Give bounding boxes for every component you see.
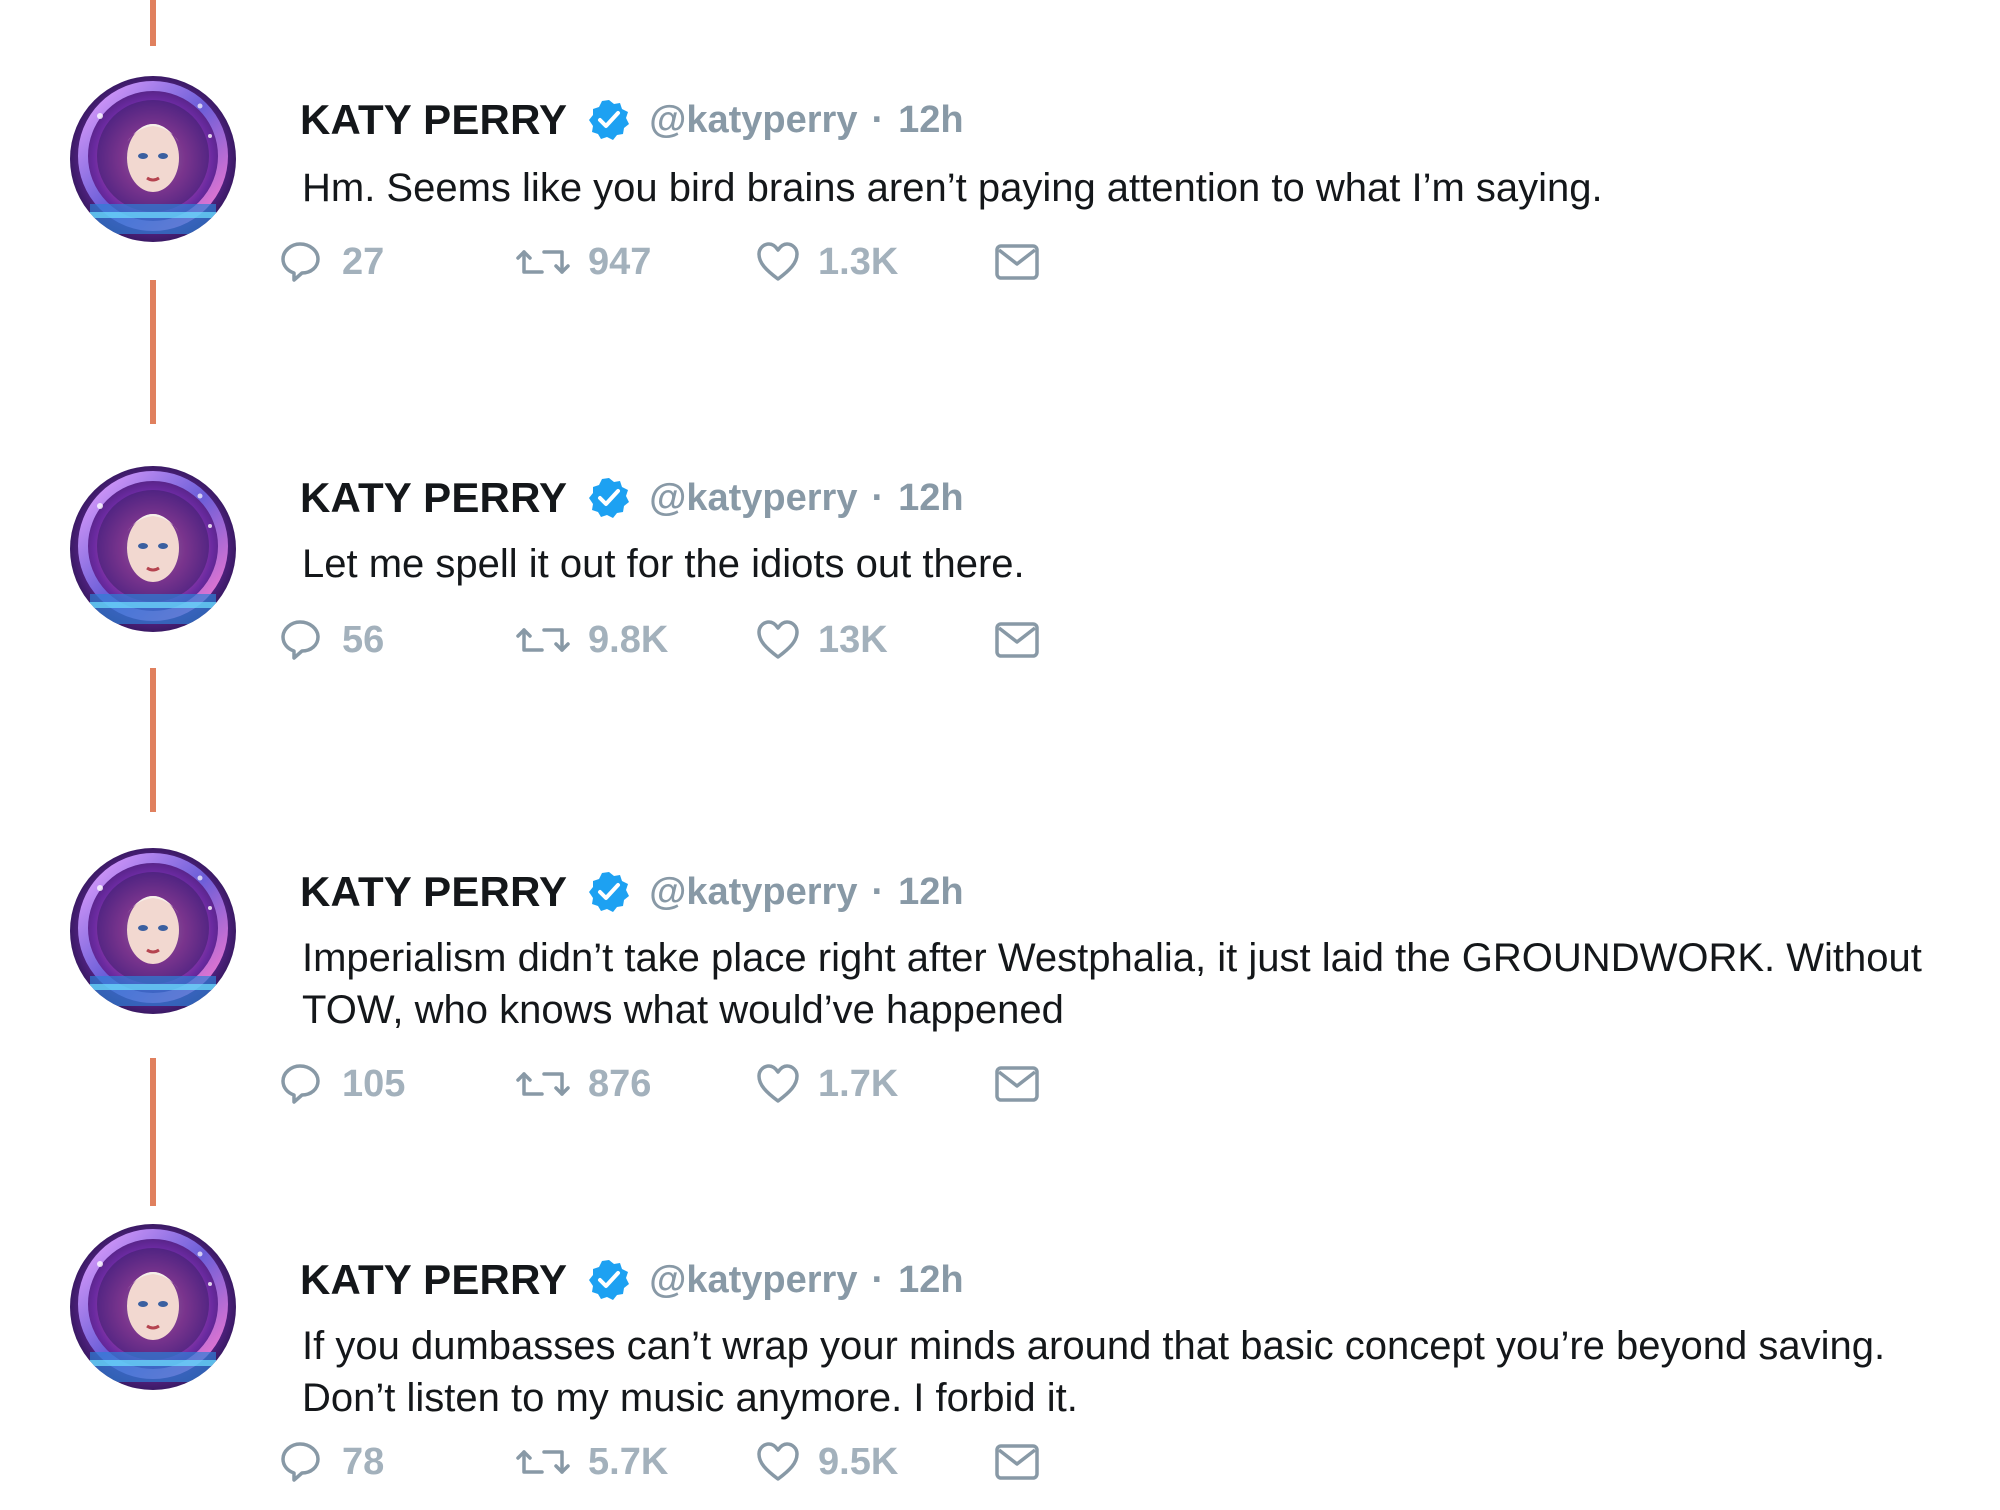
- avatar[interactable]: [70, 76, 236, 242]
- display-name[interactable]: KATY PERRY: [300, 96, 567, 144]
- direct-message-button[interactable]: [994, 1432, 1040, 1492]
- retweet-button[interactable]: 5.7K: [516, 1432, 668, 1492]
- tweet-header: KATY PERRY @katyperry · 12h: [300, 90, 964, 150]
- direct-message-button[interactable]: [994, 1054, 1040, 1114]
- tweet-actions: 27 947 1.3K: [280, 232, 1080, 292]
- thread-line: [150, 280, 156, 424]
- thread-line: [150, 1058, 156, 1206]
- reply-icon: [280, 1062, 324, 1106]
- tweet-text: Hm. Seems like you bird brains aren’t pa…: [302, 166, 1603, 210]
- user-handle[interactable]: @katyperry: [649, 871, 857, 914]
- heart-icon: [756, 1441, 800, 1483]
- thread-line: [150, 668, 156, 812]
- like-count: 1.3K: [818, 240, 899, 283]
- timestamp[interactable]: 12h: [898, 99, 963, 142]
- display-name[interactable]: KATY PERRY: [300, 1256, 567, 1304]
- like-button[interactable]: 1.3K: [756, 232, 898, 292]
- timestamp[interactable]: 12h: [898, 1259, 963, 1302]
- tweet-text: Imperialism didn’t take place right afte…: [302, 936, 1922, 1032]
- heart-icon: [756, 1063, 800, 1105]
- separator-dot: ·: [871, 476, 885, 519]
- tweet-actions: 78 5.7K 9.5K: [280, 1432, 1080, 1492]
- direct-message-button[interactable]: [994, 610, 1040, 670]
- tweet-header: KATY PERRY @katyperry · 12h: [300, 862, 964, 922]
- reply-count: 56: [342, 618, 385, 661]
- reply-count: 27: [342, 240, 385, 283]
- retweet-count: 947: [588, 240, 652, 283]
- direct-message-button[interactable]: [994, 232, 1040, 292]
- avatar[interactable]: [70, 1224, 236, 1390]
- reply-count: 105: [342, 1062, 406, 1105]
- reply-count: 78: [342, 1440, 385, 1483]
- like-count: 13K: [818, 618, 888, 661]
- reply-button[interactable]: 27: [280, 232, 384, 292]
- display-name[interactable]: KATY PERRY: [300, 868, 567, 916]
- reply-button[interactable]: 105: [280, 1054, 405, 1114]
- separator-dot: ·: [871, 1258, 885, 1301]
- tweet-actions: 56 9.8K 13K: [280, 610, 1080, 670]
- avatar[interactable]: [70, 848, 236, 1014]
- like-button[interactable]: 13K: [756, 610, 888, 670]
- envelope-icon: [994, 620, 1040, 660]
- like-button[interactable]: 1.7K: [756, 1054, 898, 1114]
- tweet-text: If you dumbasses can’t wrap your minds a…: [302, 1324, 1886, 1420]
- user-handle[interactable]: @katyperry: [649, 1259, 857, 1302]
- like-count: 9.5K: [818, 1440, 899, 1483]
- verified-badge-icon: [587, 98, 632, 142]
- timestamp[interactable]: 12h: [898, 477, 963, 520]
- retweet-button[interactable]: 947: [516, 232, 651, 292]
- retweet-icon: [516, 1442, 570, 1482]
- heart-icon: [756, 619, 800, 661]
- avatar[interactable]: [70, 466, 236, 632]
- retweet-count: 9.8K: [588, 618, 669, 661]
- tweet-text: Let me spell it out for the idiots out t…: [302, 542, 1025, 586]
- reply-icon: [280, 1440, 324, 1484]
- verified-badge-icon: [587, 476, 632, 520]
- thread-line: [150, 0, 156, 46]
- tweet-header: KATY PERRY @katyperry · 12h: [300, 468, 964, 528]
- user-handle[interactable]: @katyperry: [649, 99, 857, 142]
- retweet-icon: [516, 1064, 570, 1104]
- envelope-icon: [994, 1442, 1040, 1482]
- verified-badge-icon: [587, 870, 632, 914]
- reply-button[interactable]: 78: [280, 1432, 384, 1492]
- reply-icon: [280, 618, 324, 662]
- envelope-icon: [994, 242, 1040, 282]
- retweet-button[interactable]: 876: [516, 1054, 651, 1114]
- retweet-count: 5.7K: [588, 1440, 669, 1483]
- like-button[interactable]: 9.5K: [756, 1432, 898, 1492]
- display-name[interactable]: KATY PERRY: [300, 474, 567, 522]
- reply-button[interactable]: 56: [280, 610, 384, 670]
- verified-badge-icon: [587, 1258, 632, 1302]
- tweet-header: KATY PERRY @katyperry · 12h: [300, 1250, 964, 1310]
- separator-dot: ·: [871, 870, 885, 913]
- timestamp[interactable]: 12h: [898, 871, 963, 914]
- separator-dot: ·: [871, 98, 885, 141]
- reply-icon: [280, 240, 324, 284]
- envelope-icon: [994, 1064, 1040, 1104]
- user-handle[interactable]: @katyperry: [649, 477, 857, 520]
- like-count: 1.7K: [818, 1062, 899, 1105]
- heart-icon: [756, 241, 800, 283]
- retweet-button[interactable]: 9.8K: [516, 610, 668, 670]
- retweet-count: 876: [588, 1062, 652, 1105]
- tweet-actions: 105 876 1.7K: [280, 1054, 1080, 1114]
- retweet-icon: [516, 242, 570, 282]
- retweet-icon: [516, 620, 570, 660]
